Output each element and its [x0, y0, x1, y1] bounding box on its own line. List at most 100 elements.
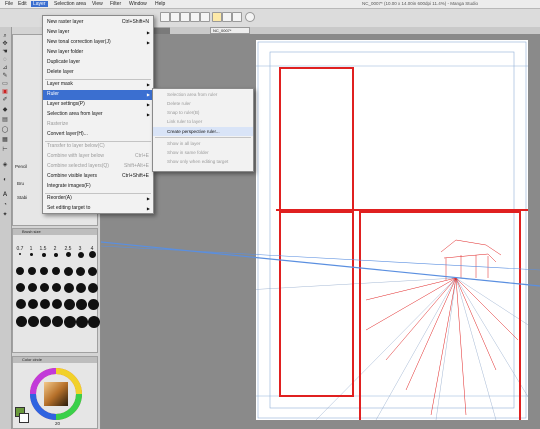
- menu-item-integrate-images[interactable]: Integrate images(F): [43, 182, 153, 192]
- open-icon[interactable]: [170, 12, 180, 22]
- brush-size-preset[interactable]: [76, 299, 87, 310]
- eyedropper-icon[interactable]: ⊿: [1, 65, 9, 72]
- tool-tab-brush[interactable]: Bru: [17, 181, 24, 186]
- lasso-icon[interactable]: ◌: [1, 57, 9, 64]
- brush-size-preset[interactable]: [89, 251, 96, 258]
- brush-size-preset[interactable]: [52, 299, 62, 309]
- brush-size-label[interactable]: 1.5: [37, 246, 49, 252]
- clear-icon[interactable]: [212, 12, 222, 22]
- brush-size-preset[interactable]: [76, 283, 86, 293]
- menu-item-reorder[interactable]: Reorder(A) ▶: [43, 194, 153, 204]
- brush-size-preset[interactable]: [88, 283, 98, 293]
- redo-icon[interactable]: [200, 12, 210, 22]
- menu-item-selection-area-from-layer[interactable]: Selection area from layer ▶: [43, 110, 153, 120]
- brush-size-preset[interactable]: [64, 267, 73, 276]
- brush-size-preset[interactable]: [64, 316, 76, 328]
- zoom-icon[interactable]: ⌕: [1, 33, 9, 40]
- brush-size-preset[interactable]: [30, 253, 33, 256]
- menu-selection-area[interactable]: Selection area: [52, 1, 88, 7]
- brush-settings-icon[interactable]: [232, 12, 242, 22]
- brush-size-preset[interactable]: [16, 283, 25, 292]
- brush-size-preset[interactable]: [40, 316, 51, 327]
- fill-icon[interactable]: ◆: [1, 107, 9, 114]
- menu-item-convert-layer[interactable]: Convert layer(H)...: [43, 130, 153, 140]
- balloon-icon[interactable]: ◔: [1, 202, 9, 209]
- menu-item-delete-layer[interactable]: Delete layer: [43, 68, 153, 78]
- submenu-item-show-in-all-layer[interactable]: Show in all layer: [153, 139, 253, 148]
- brush-size-preset[interactable]: [42, 253, 46, 257]
- menu-item-combine-selected-layers[interactable]: Combine selected layers(Q) Shift+Alt+E: [43, 162, 153, 172]
- frame-icon[interactable]: ▦: [1, 137, 9, 144]
- brush-size-preset[interactable]: [88, 267, 97, 276]
- menu-item-layer-settings[interactable]: Layer settings(P) ▶: [43, 100, 153, 110]
- brush-size-preset[interactable]: [76, 267, 85, 276]
- submenu-item-link-ruler-to-layer[interactable]: Link ruler to layer: [153, 117, 253, 126]
- active-tool-icon[interactable]: ▣: [1, 89, 9, 96]
- menu-item-combine-visible-layers[interactable]: Combine visible layers Ctrl+Shift+E: [43, 172, 153, 182]
- fill-bucket-icon[interactable]: ◈: [1, 162, 9, 169]
- move-icon[interactable]: ✥: [1, 41, 9, 48]
- tool-tab-stabilization[interactable]: Stabi: [17, 195, 27, 200]
- menu-item-duplicate-layer[interactable]: Duplicate layer: [43, 58, 153, 68]
- eraser-icon[interactable]: ▭: [1, 81, 9, 88]
- brush-size-preset[interactable]: [28, 316, 39, 327]
- transform-icon[interactable]: [222, 12, 232, 22]
- menu-view[interactable]: View: [90, 1, 105, 7]
- menu-item-rasterize[interactable]: Rasterize: [43, 120, 153, 130]
- brush-size-preset[interactable]: [54, 253, 58, 257]
- submenu-item-snap-to-ruler[interactable]: Snap to ruler(B): [153, 108, 253, 117]
- submenu-item-show-in-same-folder[interactable]: Show in same folder: [153, 148, 253, 157]
- dodge-icon[interactable]: ◐: [1, 177, 9, 184]
- brush-size-preset[interactable]: [16, 267, 24, 275]
- brush-size-preset[interactable]: [16, 316, 27, 327]
- brush-icon[interactable]: ✐: [1, 97, 9, 104]
- brush-size-preset[interactable]: [78, 252, 84, 258]
- ruler-icon[interactable]: ⊢: [1, 147, 9, 154]
- save-icon[interactable]: [180, 12, 190, 22]
- tab-document[interactable]: NC_0007*: [210, 27, 250, 34]
- brush-size-preset[interactable]: [88, 316, 100, 328]
- gradient-icon[interactable]: ▤: [1, 117, 9, 124]
- text-icon[interactable]: A: [1, 192, 9, 199]
- brush-size-preset[interactable]: [52, 267, 60, 275]
- menu-layer[interactable]: Layer: [31, 1, 48, 7]
- menu-item-new-raster-layer[interactable]: New raster layer Ctrl+Shift+N: [43, 18, 153, 28]
- menu-item-new-tonal-correction-layer[interactable]: New tonal correction layer(J) ▶: [43, 38, 153, 48]
- brush-size-preset[interactable]: [64, 299, 75, 310]
- menu-item-set-editing-target[interactable]: Set editing target to ▶: [43, 204, 153, 212]
- menu-item-new-layer[interactable]: New layer ▶: [43, 28, 153, 38]
- brush-size-label[interactable]: 2: [49, 246, 61, 252]
- shape-icon[interactable]: ◯: [1, 127, 9, 134]
- submenu-item-selection-area-from-ruler[interactable]: Selection area from ruler: [153, 90, 253, 99]
- menu-item-transfer-to-layer-below[interactable]: Transfer to layer below(C): [43, 142, 153, 152]
- submenu-item-show-only-when-editing-target[interactable]: Show only when editing target: [153, 157, 253, 166]
- brush-size-preset[interactable]: [76, 316, 88, 328]
- brush-size-preset[interactable]: [66, 252, 71, 257]
- correction-icon[interactable]: ✦: [1, 212, 9, 219]
- menu-item-layer-mask[interactable]: Layer mask ▶: [43, 80, 153, 90]
- color-wheel[interactable]: [29, 367, 83, 421]
- undo-icon[interactable]: [190, 12, 200, 22]
- tool-tab-pencil[interactable]: Pencil: [15, 164, 27, 169]
- menu-window[interactable]: Window: [127, 1, 149, 7]
- hand-icon[interactable]: ☚: [1, 49, 9, 56]
- new-icon[interactable]: [160, 12, 170, 22]
- menu-filter[interactable]: Filter: [108, 1, 123, 7]
- menu-item-combine-with-layer-below[interactable]: Combine with layer below Ctrl+E: [43, 152, 153, 162]
- submenu-item-create-perspective-ruler[interactable]: Create perspective ruler...: [153, 127, 253, 136]
- brush-size-preset[interactable]: [40, 283, 49, 292]
- menu-item-ruler[interactable]: Ruler ▶: [43, 90, 153, 100]
- brush-size-preset[interactable]: [64, 283, 74, 293]
- brush-size-label[interactable]: 1: [25, 246, 37, 252]
- brush-size-preset[interactable]: [52, 283, 61, 292]
- pen-icon[interactable]: ✎: [1, 73, 9, 80]
- brush-size-preset[interactable]: [16, 299, 26, 309]
- brush-size-preset[interactable]: [40, 299, 50, 309]
- brush-size-preset[interactable]: [28, 267, 36, 275]
- menu-help[interactable]: Help: [153, 1, 167, 7]
- menu-file[interactable]: File: [3, 1, 15, 7]
- menu-item-new-layer-folder[interactable]: New layer folder: [43, 48, 153, 58]
- brush-size-preset[interactable]: [88, 299, 99, 310]
- menu-edit[interactable]: Edit: [16, 1, 29, 7]
- brush-size-preset[interactable]: [19, 253, 21, 255]
